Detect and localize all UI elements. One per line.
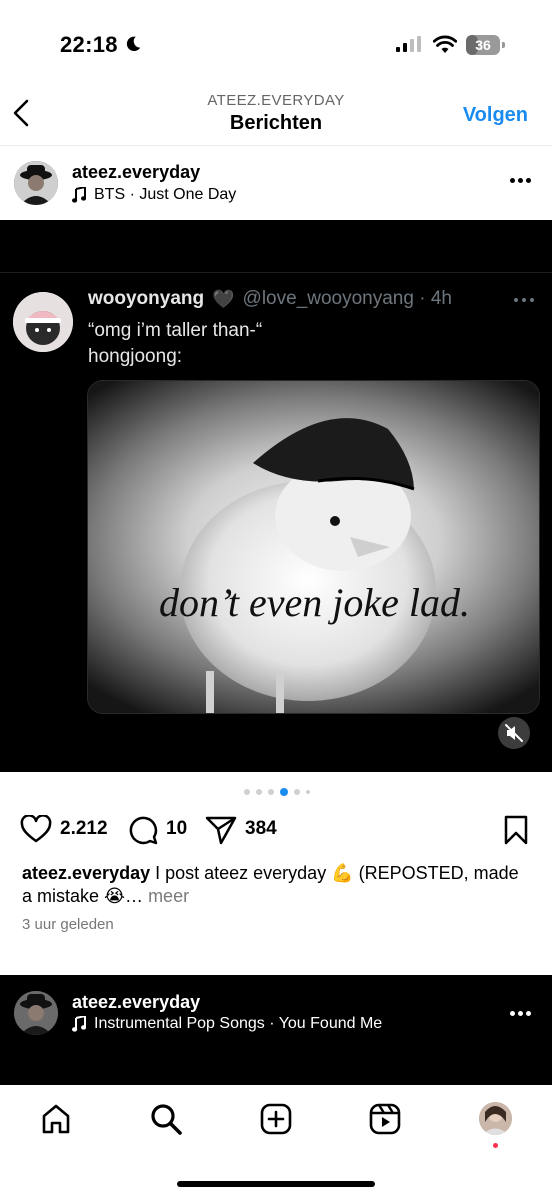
battery-level: 36 xyxy=(475,37,491,53)
nav-titles: ATEEZ.EVERYDAY Berichten xyxy=(120,92,432,135)
battery-icon: 36 xyxy=(466,35,506,55)
reels-icon[interactable] xyxy=(369,1103,401,1135)
like-count[interactable]: 2.212 xyxy=(60,818,108,840)
like-icon[interactable] xyxy=(20,815,52,843)
share-count[interactable]: 384 xyxy=(245,818,277,840)
post-username[interactable]: ateez.everyday xyxy=(72,162,200,183)
follow-button[interactable]: Volgen xyxy=(463,104,528,127)
music-note-icon xyxy=(72,187,86,203)
post-media[interactable]: wooyonyang 🖤 @love_wooyonyang · 4h “omg … xyxy=(0,220,552,772)
comment-count[interactable]: 10 xyxy=(166,818,187,840)
divider xyxy=(0,272,552,273)
music-note-icon xyxy=(72,1016,86,1032)
tweet-line-1: “omg i’m taller than-“ xyxy=(88,320,263,341)
tweet-line-2: hongjoong: xyxy=(88,346,183,367)
search-icon[interactable] xyxy=(150,1103,182,1135)
tweet-avatar xyxy=(13,292,73,352)
profile-avatar[interactable] xyxy=(479,1102,512,1135)
next-post-music-title: Instrumental Pop Songs · You Found Me xyxy=(94,1015,383,1032)
tweet-header: wooyonyang 🖤 @love_wooyonyang · 4h xyxy=(88,288,452,310)
tweet-image: don’t even joke lad. xyxy=(87,380,540,714)
home-indicator xyxy=(177,1181,375,1187)
status-time: 22:18 xyxy=(60,32,118,57)
post-timestamp: 3 uur geleden xyxy=(22,916,114,933)
share-icon[interactable] xyxy=(205,815,237,845)
post-actions: 2.212 10 384 xyxy=(0,810,552,850)
create-icon[interactable] xyxy=(260,1103,292,1135)
meme-caption: don’t even joke lad. xyxy=(159,580,470,625)
bottom-nav xyxy=(0,1085,552,1200)
top-nav: ATEEZ.EVERYDAY Berichten Volgen xyxy=(0,80,552,146)
home-icon[interactable] xyxy=(40,1103,72,1135)
music-title: BTS · Just One Day xyxy=(94,186,237,203)
carousel-dot xyxy=(294,789,300,795)
tweet-handle: @love_wooyonyang · 4h xyxy=(242,288,452,309)
carousel-dot xyxy=(306,790,310,794)
carousel-dot xyxy=(244,789,250,795)
carousel-dot xyxy=(268,789,274,795)
caption-username[interactable]: ateez.everyday xyxy=(22,863,150,883)
next-post-header: ateez.everyday Instrumental Pop Songs · … xyxy=(0,975,552,1085)
heart-emoji: 🖤 xyxy=(212,288,235,309)
next-post-avatar[interactable] xyxy=(14,991,58,1035)
carousel-indicator xyxy=(244,786,324,798)
post-caption: ateez.everyday I post ateez everyday 💪 (… xyxy=(22,862,532,908)
post-header: ateez.everyday BTS · Just One Day xyxy=(0,148,552,220)
mute-icon[interactable] xyxy=(498,717,530,749)
signal-icon xyxy=(396,36,421,52)
carousel-dot xyxy=(280,788,288,796)
more-options-icon[interactable] xyxy=(510,178,532,184)
nav-subtitle: ATEEZ.EVERYDAY xyxy=(207,92,345,109)
comment-icon[interactable] xyxy=(128,815,158,845)
next-post-username[interactable]: ateez.everyday xyxy=(72,992,200,1013)
back-arrow-icon[interactable] xyxy=(10,96,34,130)
music-line[interactable]: BTS · Just One Day xyxy=(72,186,236,204)
next-post-more-icon[interactable] xyxy=(510,1011,532,1017)
caption-more-link[interactable]: meer xyxy=(143,886,189,906)
tweet-text: “omg i’m taller than-“ hongjoong: xyxy=(88,318,262,370)
tweet-name: wooyonyang xyxy=(88,288,205,309)
notification-dot xyxy=(493,1143,498,1148)
moon-icon xyxy=(126,36,141,52)
next-post-music-line[interactable]: Instrumental Pop Songs · You Found Me xyxy=(72,1015,382,1033)
tweet-more-icon xyxy=(514,298,536,302)
status-bar: 22:18 36 xyxy=(0,0,552,80)
bookmark-icon[interactable] xyxy=(504,815,528,845)
carousel-dot xyxy=(256,789,262,795)
wifi-icon xyxy=(433,35,457,53)
avatar[interactable] xyxy=(14,161,58,205)
page-title: Berichten xyxy=(229,112,323,134)
chick-illustration xyxy=(180,418,436,713)
